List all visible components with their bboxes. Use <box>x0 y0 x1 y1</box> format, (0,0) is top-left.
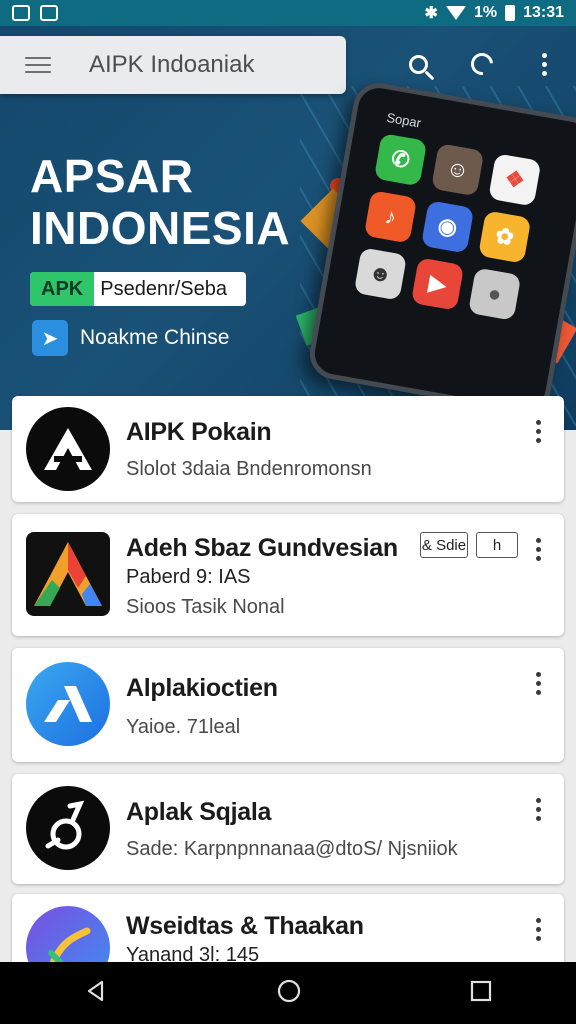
home-icon[interactable] <box>276 978 302 1009</box>
app-subtitle: Paberd 9: IAS <box>126 566 251 588</box>
hamburger-menu-icon[interactable] <box>25 52 51 78</box>
phone-app-icon: ☻ <box>353 247 408 301</box>
more-options-icon[interactable] <box>530 918 546 941</box>
hero-title-line2: INDONESIA <box>30 202 291 254</box>
phone-app-icon: ❖ <box>488 153 542 207</box>
status-bar: ✱ 1% 13:31 <box>0 0 576 26</box>
overflow-menu-icon[interactable] <box>528 48 560 80</box>
system-indicators: ✱ 1% 13:31 <box>425 3 564 23</box>
search-bar[interactable]: AIPK Indoaniak <box>0 36 346 94</box>
phone-app-icon: ☺ <box>431 143 485 197</box>
refresh-icon[interactable] <box>466 48 498 80</box>
phone-app-icon: ◉ <box>420 200 475 254</box>
hero-subtitle: Noakme Chinse <box>80 326 230 349</box>
app-subtitle: Slolot 3daia Bndenromonsn <box>126 458 372 480</box>
telegram-icon: ➤ <box>32 320 68 356</box>
phone-app-icon: ✿ <box>478 210 532 264</box>
app-card[interactable]: Adeh Sbaz Gundvesian Paberd 9: IAS Sioos… <box>12 514 564 636</box>
apk-pill[interactable]: APK Psedenr/Seba <box>30 272 246 306</box>
more-options-icon[interactable] <box>530 798 546 821</box>
app-title: Wseidtas & Thaakan <box>126 912 364 940</box>
clock: 13:31 <box>523 4 564 21</box>
back-icon[interactable] <box>84 979 108 1008</box>
app-notification-icon <box>40 5 58 21</box>
hero-title: APSAR INDONESIA <box>30 150 290 254</box>
battery-icon <box>505 5 516 21</box>
search-icon[interactable] <box>402 48 434 80</box>
vibrate-icon: ✱ <box>424 5 438 22</box>
phone-screen-label: Sopar <box>385 109 423 131</box>
app-detail: Sioos Tasik Nonal <box>126 596 285 618</box>
apk-tag: APK <box>30 272 95 306</box>
notification-icons <box>12 5 58 21</box>
more-options-icon[interactable] <box>530 672 546 695</box>
app-logo-icon <box>26 532 110 616</box>
app-card[interactable]: AIPK Pokain Slolot 3daia Bndenromonsn <box>12 396 564 502</box>
battery-percent: 1% <box>473 4 498 21</box>
app-title: Alplakioctien <box>126 674 278 702</box>
app-badge[interactable]: & Sdie <box>420 532 468 558</box>
app-card[interactable]: Alplakioctien Yaioe. 71leal <box>12 648 564 762</box>
phone-app-icon: ♪ <box>363 190 418 244</box>
app-logo-icon <box>26 786 110 870</box>
navigation-bar <box>0 962 576 1024</box>
hero-title-line1: APSAR <box>30 150 194 202</box>
hero-banner: AIPK Indoaniak APSAR INDONESIA APK Psede… <box>0 26 576 430</box>
phone-app-icon: ▶ <box>410 257 465 311</box>
app-card[interactable]: Aplak Sqjala Sade: Karpnpnnanaa@dtoS/ Nj… <box>12 774 564 884</box>
app-title: Aplak Sqjala <box>126 798 272 826</box>
recent-apps-icon[interactable] <box>470 980 492 1007</box>
wifi-icon <box>445 6 466 20</box>
app-title: AIPK Pokain <box>126 418 272 446</box>
app-logo-icon <box>26 662 110 746</box>
apk-pill-text: Psedenr/Seba <box>100 277 227 300</box>
more-options-icon[interactable] <box>530 420 546 443</box>
hero-subtitle-row[interactable]: ➤ Noakme Chinse <box>32 320 229 356</box>
phone-app-grid: ✆ ☺ ❖ ♪ ◉ ✿ ☻ ▶ ● <box>353 133 542 321</box>
app-title: Adeh Sbaz Gundvesian <box>126 534 398 562</box>
app-subtitle: Sade: Karpnpnnanaa@dtoS/ Njsniiok <box>126 838 458 860</box>
phone-app-icon: ● <box>467 267 522 321</box>
search-bar-title: AIPK Indoaniak <box>89 51 255 78</box>
phone-app-icon: ✆ <box>373 133 428 187</box>
app-logo-icon <box>26 407 110 491</box>
gallery-notification-icon <box>12 5 30 21</box>
app-badge[interactable]: h <box>476 532 518 558</box>
app-subtitle: Yaioe. 71leal <box>126 716 241 738</box>
more-options-icon[interactable] <box>530 538 546 561</box>
